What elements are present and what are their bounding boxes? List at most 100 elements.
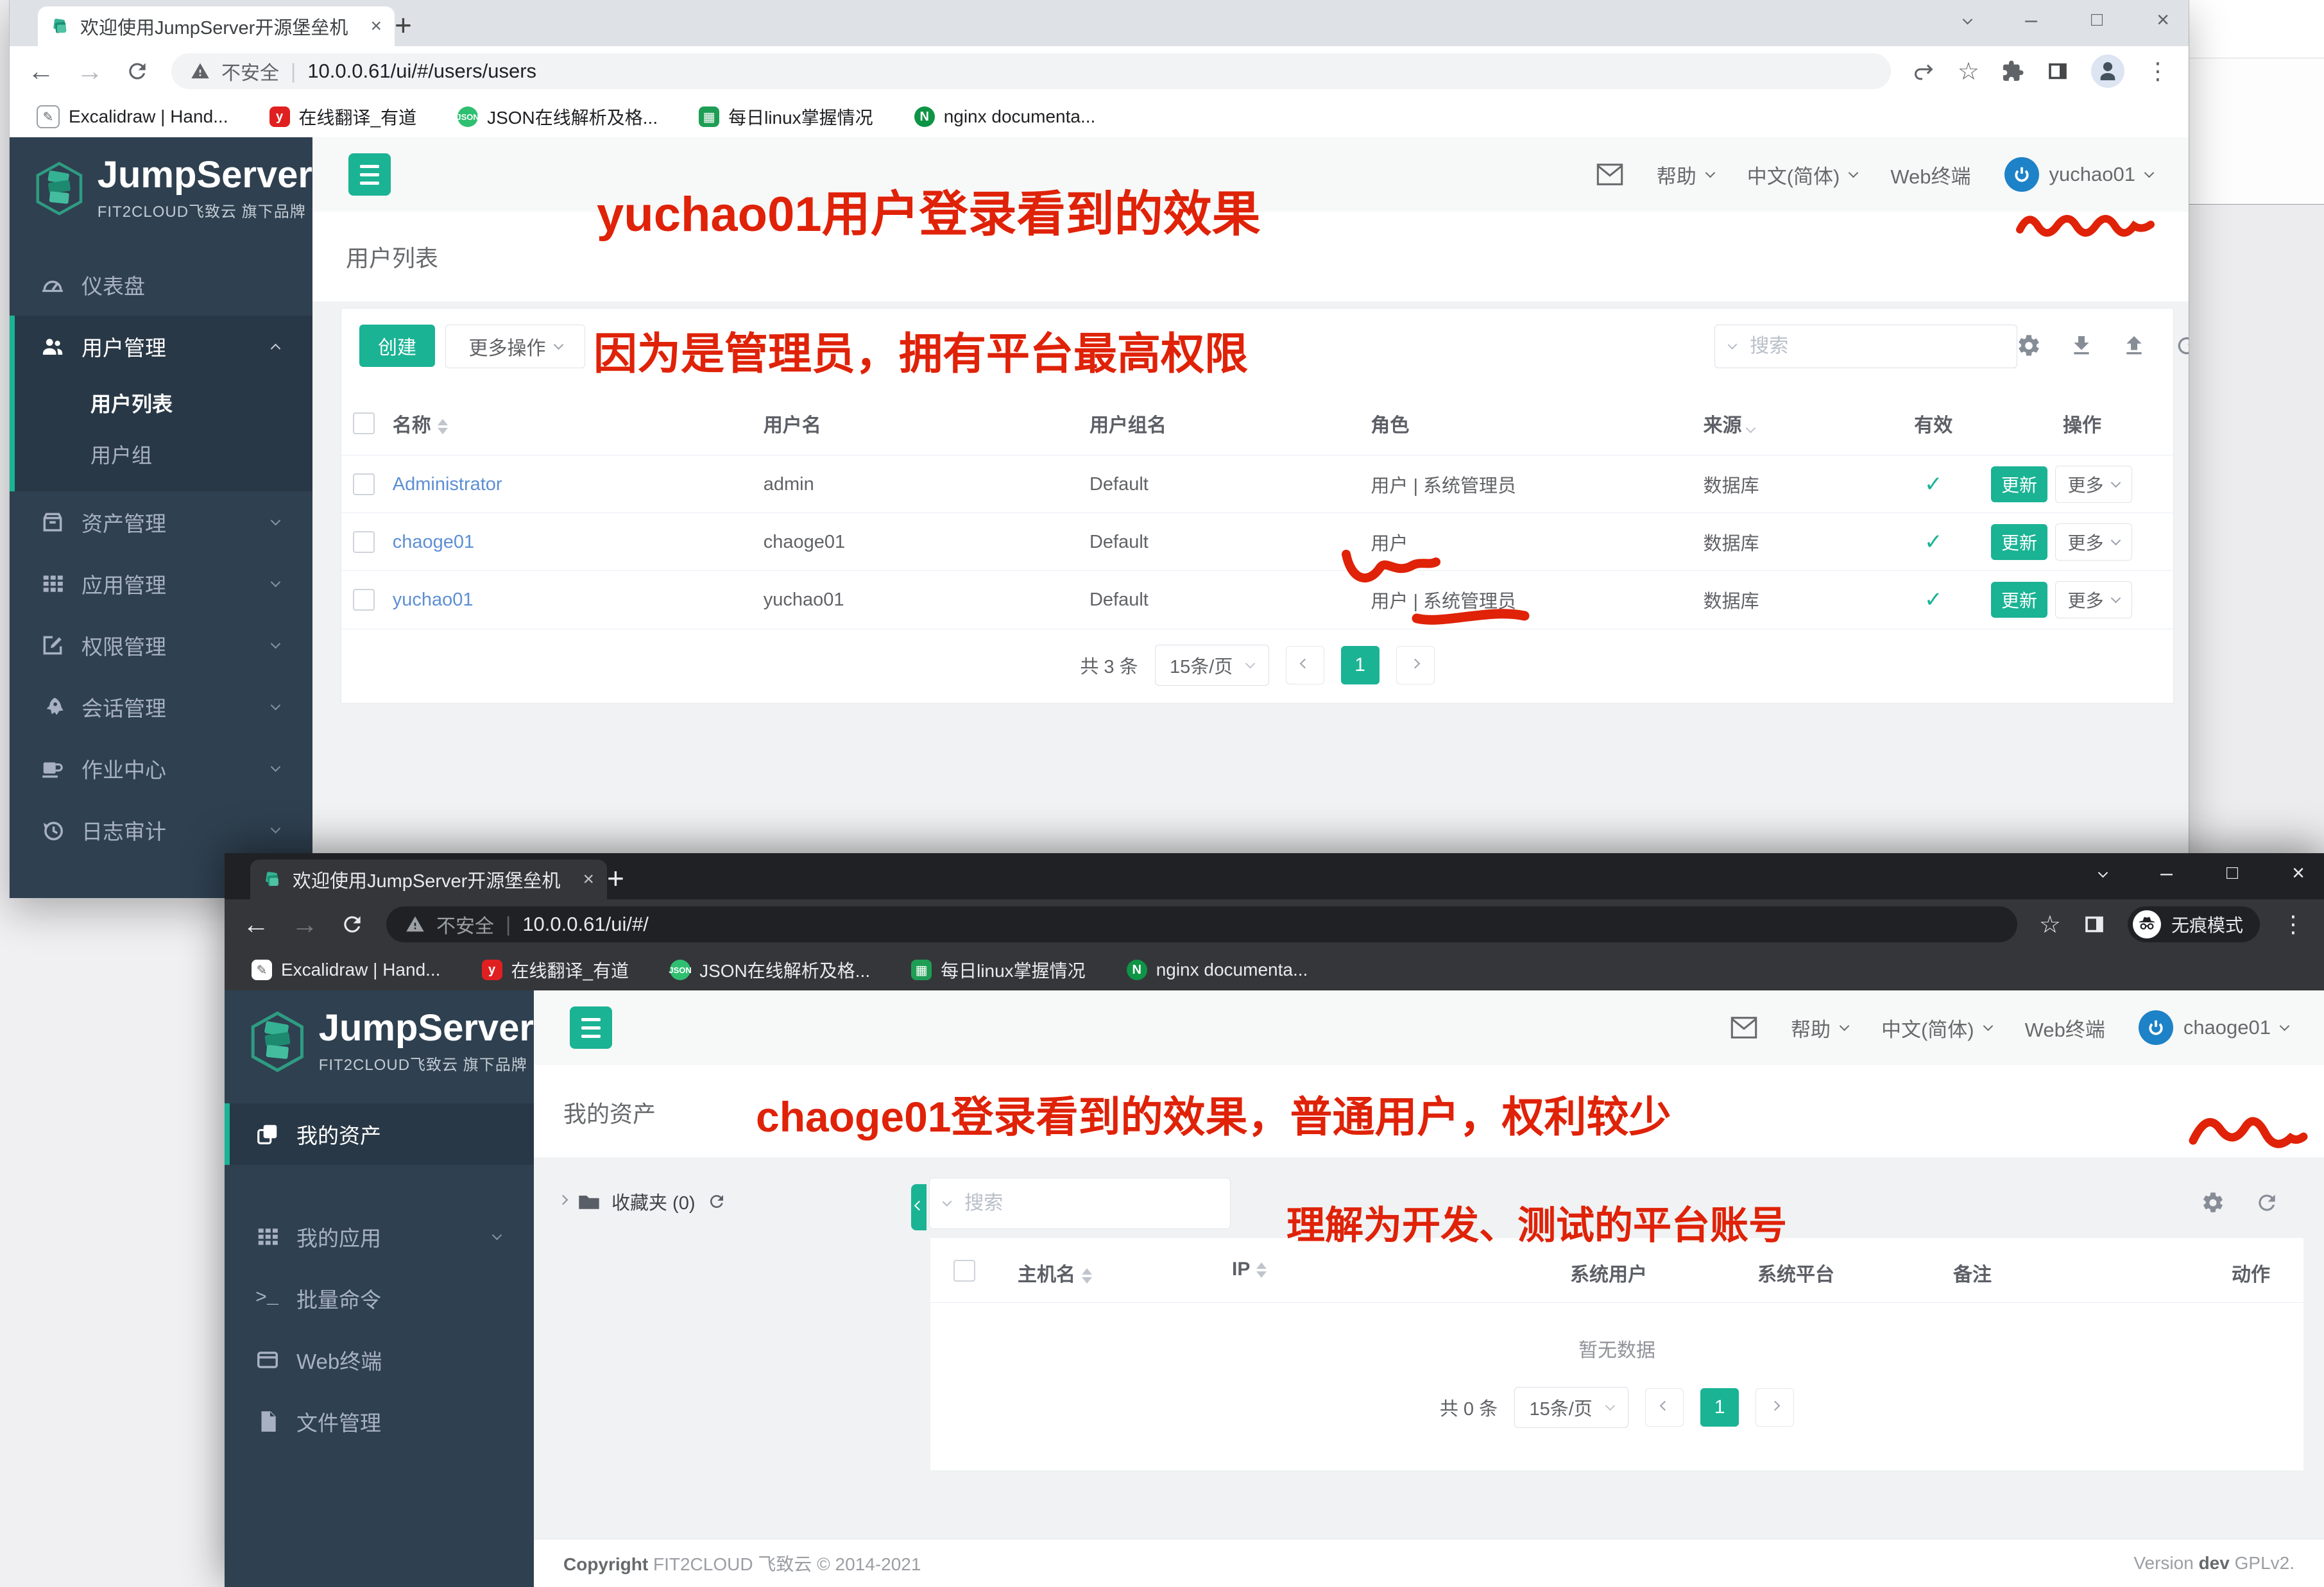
tree-refresh-icon[interactable] [707,1192,726,1211]
address-bar[interactable]: 不安全 | 10.0.0.61/ui/#/ [386,906,2017,942]
sort-icon[interactable] [1256,1262,1267,1278]
update-button[interactable]: 更新 [1991,466,2047,502]
select-all-checkbox[interactable] [953,1260,975,1282]
sidebar-item-asset-management[interactable]: 资产管理 [10,491,312,553]
row-checkbox[interactable] [353,473,375,495]
sidebar-item-job-center[interactable]: 作业中心 [10,738,312,799]
kebab-menu-icon[interactable]: ⋮ [2282,911,2306,938]
prev-page-button[interactable] [1286,646,1324,684]
sidebar-item-permission-management[interactable]: 权限管理 [10,615,312,676]
column-header-ip[interactable]: IP [1232,1259,1267,1280]
page-size-select[interactable]: 15条/页 [1155,645,1269,686]
user-link[interactable]: yuchao01 [393,590,474,610]
row-checkbox[interactable] [353,589,375,611]
column-header-hostname[interactable]: 主机名 [1018,1259,1092,1287]
browser-tab[interactable]: 欢迎使用JumpServer开源堡垒机 × [250,860,607,899]
prev-page-button[interactable] [1645,1388,1684,1427]
language-menu[interactable]: 中文(简体) [1747,160,1858,189]
more-button[interactable]: 更多 [2055,581,2132,618]
window-menu-icon[interactable] [1963,14,1973,24]
close-icon[interactable]: × [2157,8,2169,33]
bookmark-star-icon[interactable]: ☆ [2039,910,2061,939]
new-tab-button[interactable]: + [395,8,412,42]
back-icon[interactable]: ← [28,58,55,85]
column-header-source[interactable]: 来源 [1704,409,1876,437]
help-menu[interactable]: 帮助 [1657,160,1714,189]
help-menu[interactable]: 帮助 [1791,1014,1848,1042]
user-link[interactable]: Administrator [393,474,502,495]
column-header-name[interactable]: 名称 [386,409,764,437]
close-icon[interactable]: × [2292,861,2305,886]
import-download-icon[interactable] [2069,333,2094,359]
bookmark-item[interactable]: ✎Excalidraw | Hand... [37,105,228,128]
hamburger-button[interactable] [348,153,391,196]
browser-tab[interactable]: 欢迎使用JumpServer开源堡垒机 × [38,6,395,46]
minimize-icon[interactable]: – [2025,8,2037,33]
row-checkbox[interactable] [353,531,375,553]
bookmark-item[interactable]: ✎Excalidraw | Hand... [252,960,441,980]
bookmark-item[interactable]: Nnginx documenta... [1127,960,1308,980]
sidebar-item-bulk-command[interactable]: >_ 批量命令 [225,1268,534,1329]
maximize-icon[interactable]: □ [2226,862,2238,884]
bookmark-star-icon[interactable]: ☆ [1958,57,1979,86]
export-upload-icon[interactable] [2121,333,2147,359]
forward-icon[interactable]: → [76,58,103,85]
reload-icon[interactable] [340,912,364,937]
maximize-icon[interactable]: □ [2091,9,2103,31]
user-link[interactable]: chaoge01 [393,532,474,552]
web-terminal-link[interactable]: Web终端 [2025,1014,2105,1042]
hamburger-button[interactable] [570,1006,612,1049]
sidebar-item-log-audit[interactable]: 日志审计 [10,799,312,861]
table-row[interactable]: Administrator admin Default 用户 | 系统管理员 数… [341,455,2173,513]
current-page-button[interactable]: 1 [1341,646,1380,684]
user-search-box[interactable] [1714,325,2017,368]
bookmark-item[interactable]: Nnginx documenta... [914,106,1096,127]
address-bar[interactable]: 不安全 | 10.0.0.61/ui/#/users/users [171,53,1891,89]
next-page-button[interactable] [1396,646,1435,684]
profile-avatar[interactable] [2091,55,2124,88]
more-button[interactable]: 更多 [2055,466,2132,503]
kebab-menu-icon[interactable]: ⋮ [2146,58,2171,85]
settings-gear-icon[interactable] [2016,333,2042,359]
user-menu[interactable]: chaoge01 [2139,1010,2288,1045]
bookmark-item[interactable]: y在线翻译_有道 [269,104,417,130]
extensions-icon[interactable] [2001,60,2024,83]
share-icon[interactable] [1913,60,1936,83]
sort-icon[interactable] [438,419,448,434]
update-button[interactable]: 更新 [1991,524,2047,560]
refresh-icon[interactable] [2174,333,2189,359]
new-tab-button[interactable]: + [607,861,624,895]
language-menu[interactable]: 中文(简体) [1881,1014,1992,1042]
current-page-button[interactable]: 1 [1700,1388,1739,1427]
settings-gear-icon[interactable] [2201,1191,2225,1215]
mail-icon[interactable] [1730,1017,1757,1039]
sidebar-subitem-user-groups[interactable]: 用户组 [10,429,312,480]
sidebar-item-session-management[interactable]: 会话管理 [10,676,312,738]
update-button[interactable]: 更新 [1991,582,2047,618]
refresh-icon[interactable] [2255,1191,2279,1215]
bookmark-item[interactable]: y在线翻译_有道 [482,957,629,983]
back-icon[interactable]: ← [243,911,269,938]
select-all-checkbox[interactable] [353,412,375,434]
asset-search-input[interactable] [963,1192,1216,1215]
bookmark-item[interactable]: ▦每日linux掌握情况 [911,957,1086,983]
sidebar-item-web-terminal[interactable]: Web终端 [225,1329,534,1391]
bookmark-item[interactable]: JSONJSON在线解析及格... [457,104,658,130]
minimize-icon[interactable]: – [2160,861,2173,886]
reload-icon[interactable] [125,59,150,83]
web-terminal-link[interactable]: Web终端 [1890,160,1970,189]
table-row[interactable]: chaoge01 chaoge01 Default 用户 数据库 ✓ 更新更多 [341,513,2173,571]
window-menu-icon[interactable] [2098,867,2108,878]
create-button[interactable]: 创建 [359,325,435,367]
table-row[interactable]: yuchao01 yuchao01 Default 用户 | 系统管理员 数据库… [341,570,2173,629]
next-page-button[interactable] [1756,1388,1794,1427]
bookmark-item[interactable]: ▦每日linux掌握情况 [699,104,873,130]
sidebar-item-app-management[interactable]: 应用管理 [10,553,312,615]
asset-tree-node[interactable]: 收藏夹 (0) [560,1188,726,1215]
sidebar-item-my-assets[interactable]: 我的资产 [225,1103,534,1165]
sidebar-item-my-apps[interactable]: 我的应用 [225,1206,534,1268]
sort-icon[interactable] [1082,1268,1092,1284]
mail-icon[interactable] [1596,164,1623,185]
tab-close-icon[interactable]: × [370,15,382,37]
sidebar-item-dashboard[interactable]: 仪表盘 [10,254,312,316]
